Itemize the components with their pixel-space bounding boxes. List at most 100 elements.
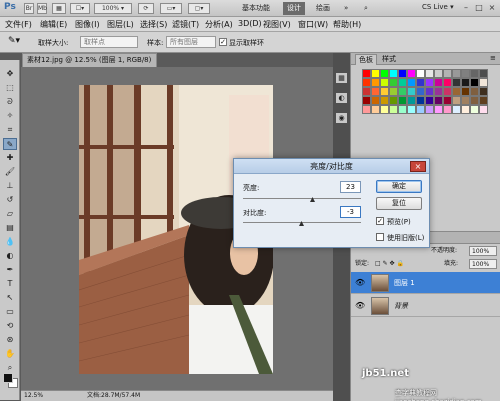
lock-icons[interactable]: □ ✎ ✥ 🔒	[375, 258, 404, 270]
swatch-color[interactable]	[416, 78, 425, 87]
swatch-color[interactable]	[443, 105, 452, 114]
brush-tool-icon[interactable]: 🖌	[3, 166, 17, 178]
swatch-color[interactable]	[470, 87, 479, 96]
move-tool-icon[interactable]: ✥	[3, 68, 17, 80]
swatch-color[interactable]	[362, 78, 371, 87]
quick-select-tool-icon[interactable]: ✧	[3, 110, 17, 122]
swatch-color[interactable]	[416, 105, 425, 114]
swatch-color[interactable]	[362, 96, 371, 105]
foreground-color-swatch[interactable]	[3, 373, 13, 383]
swatch-color[interactable]	[371, 78, 380, 87]
menu-filter[interactable]: 滤镜(T)	[172, 19, 199, 30]
swatch-color[interactable]	[407, 69, 416, 78]
layer-name[interactable]: 图层 1	[394, 278, 415, 288]
swatch-color[interactable]	[371, 69, 380, 78]
gradient-tool-icon[interactable]: ▤	[3, 222, 17, 234]
swatch-color[interactable]	[416, 87, 425, 96]
color-panel-icon[interactable]: ▦	[336, 73, 347, 83]
swatch-color[interactable]	[434, 78, 443, 87]
dodge-tool-icon[interactable]: ◐	[3, 250, 17, 262]
eyedropper-icon[interactable]: ✎▾	[8, 36, 20, 46]
swatch-color[interactable]	[425, 87, 434, 96]
menu-image[interactable]: 图像(I)	[75, 19, 100, 30]
opacity-input[interactable]: 100%	[469, 246, 497, 256]
menu-file[interactable]: 文件(F)	[5, 19, 32, 30]
menu-window[interactable]: 窗口(W)	[298, 19, 328, 30]
swatch-color[interactable]	[425, 69, 434, 78]
swatch-color[interactable]	[371, 96, 380, 105]
tab-styles[interactable]: 样式	[379, 54, 399, 64]
tab-swatches[interactable]: 色板	[355, 54, 377, 65]
swatch-color[interactable]	[434, 69, 443, 78]
swatch-color[interactable]	[452, 78, 461, 87]
pen-tool-icon[interactable]: ✒	[3, 264, 17, 276]
swatch-color[interactable]	[461, 96, 470, 105]
adjustments-panel-icon[interactable]: ◐	[336, 93, 347, 103]
eyedropper-tool-icon[interactable]: ✎	[3, 138, 17, 150]
workspace-design[interactable]: 设计	[283, 2, 305, 15]
blur-tool-icon[interactable]: 💧	[3, 236, 17, 248]
close-icon[interactable]: ×	[410, 161, 426, 172]
workspace-basic[interactable]: 基本功能	[238, 2, 274, 15]
menu-help[interactable]: 帮助(H)	[333, 19, 361, 30]
swatch-color[interactable]	[470, 78, 479, 87]
swatch-color[interactable]	[452, 69, 461, 78]
3d-rotate-tool-icon[interactable]: ⟲	[3, 320, 17, 332]
swatch-color[interactable]	[443, 69, 452, 78]
swatch-color[interactable]	[434, 87, 443, 96]
legacy-checkbox[interactable]	[376, 233, 384, 241]
swatch-color[interactable]	[398, 87, 407, 96]
menu-view[interactable]: 视图(V)	[263, 19, 291, 30]
rotate-view-icon[interactable]: ⟳	[138, 3, 154, 14]
swatch-color[interactable]	[407, 96, 416, 105]
extras-icon[interactable]: ▦	[52, 3, 66, 14]
marquee-tool-icon[interactable]: ⬚	[3, 82, 17, 94]
swatch-color[interactable]	[416, 96, 425, 105]
reset-button[interactable]: 复位	[376, 197, 422, 210]
swatch-color[interactable]	[461, 69, 470, 78]
swatch-color[interactable]	[371, 87, 380, 96]
history-brush-tool-icon[interactable]: ↺	[3, 194, 17, 206]
document-tab[interactable]: 素材12.jpg @ 12.5% (图层 1, RGB/8) * ×	[22, 53, 157, 77]
swatch-color[interactable]	[479, 96, 488, 105]
workspace-more-icon[interactable]: »	[340, 2, 352, 15]
layer-row-layer1[interactable]: 👁 图层 1	[351, 272, 500, 294]
swatch-color[interactable]	[398, 105, 407, 114]
preview-checkbox[interactable]: ✓	[376, 217, 384, 225]
swatch-color[interactable]	[389, 96, 398, 105]
minimize-icon[interactable]: –	[461, 2, 471, 13]
swatch-color[interactable]	[470, 105, 479, 114]
hand-icon[interactable]: ☐▾	[70, 3, 90, 14]
ok-button[interactable]: 确定	[376, 180, 422, 193]
path-select-tool-icon[interactable]: ↖	[3, 292, 17, 304]
cs-live-button[interactable]: CS Live ▾	[422, 3, 454, 11]
swatch-color[interactable]	[470, 96, 479, 105]
fill-input[interactable]: 100%	[469, 259, 497, 269]
swatch-color[interactable]	[461, 78, 470, 87]
layer-row-background[interactable]: 👁 背景	[351, 295, 500, 317]
eye-icon[interactable]: 👁	[355, 301, 365, 310]
swatch-color[interactable]	[470, 69, 479, 78]
swatch-color[interactable]	[380, 87, 389, 96]
screen-mode-icon[interactable]: ▢▾	[188, 3, 210, 14]
zoom-percent[interactable]: 12.5%	[24, 391, 43, 401]
shape-tool-icon[interactable]: ▭	[3, 306, 17, 318]
minibridge-icon[interactable]: Mb	[37, 3, 47, 14]
swatch-color[interactable]	[443, 78, 452, 87]
sample-layers-select[interactable]: 所有图层	[166, 36, 216, 48]
layer-name[interactable]: 背景	[394, 301, 408, 311]
swatch-color[interactable]	[452, 105, 461, 114]
swatch-color[interactable]	[380, 78, 389, 87]
swatch-color[interactable]	[461, 87, 470, 96]
swatch-color[interactable]	[416, 69, 425, 78]
swatch-color[interactable]	[479, 78, 488, 87]
clone-stamp-tool-icon[interactable]: ⊥	[3, 180, 17, 192]
menu-select[interactable]: 选择(S)	[140, 19, 167, 30]
swatch-color[interactable]	[479, 69, 488, 78]
contrast-input[interactable]: -3	[340, 206, 361, 218]
swatch-color[interactable]	[389, 105, 398, 114]
eye-icon[interactable]: 👁	[355, 278, 365, 287]
arrange-documents-icon[interactable]: ▭▾	[160, 3, 182, 14]
close-icon[interactable]: ×	[487, 2, 497, 13]
workspace-paint[interactable]: 绘画	[312, 2, 334, 15]
